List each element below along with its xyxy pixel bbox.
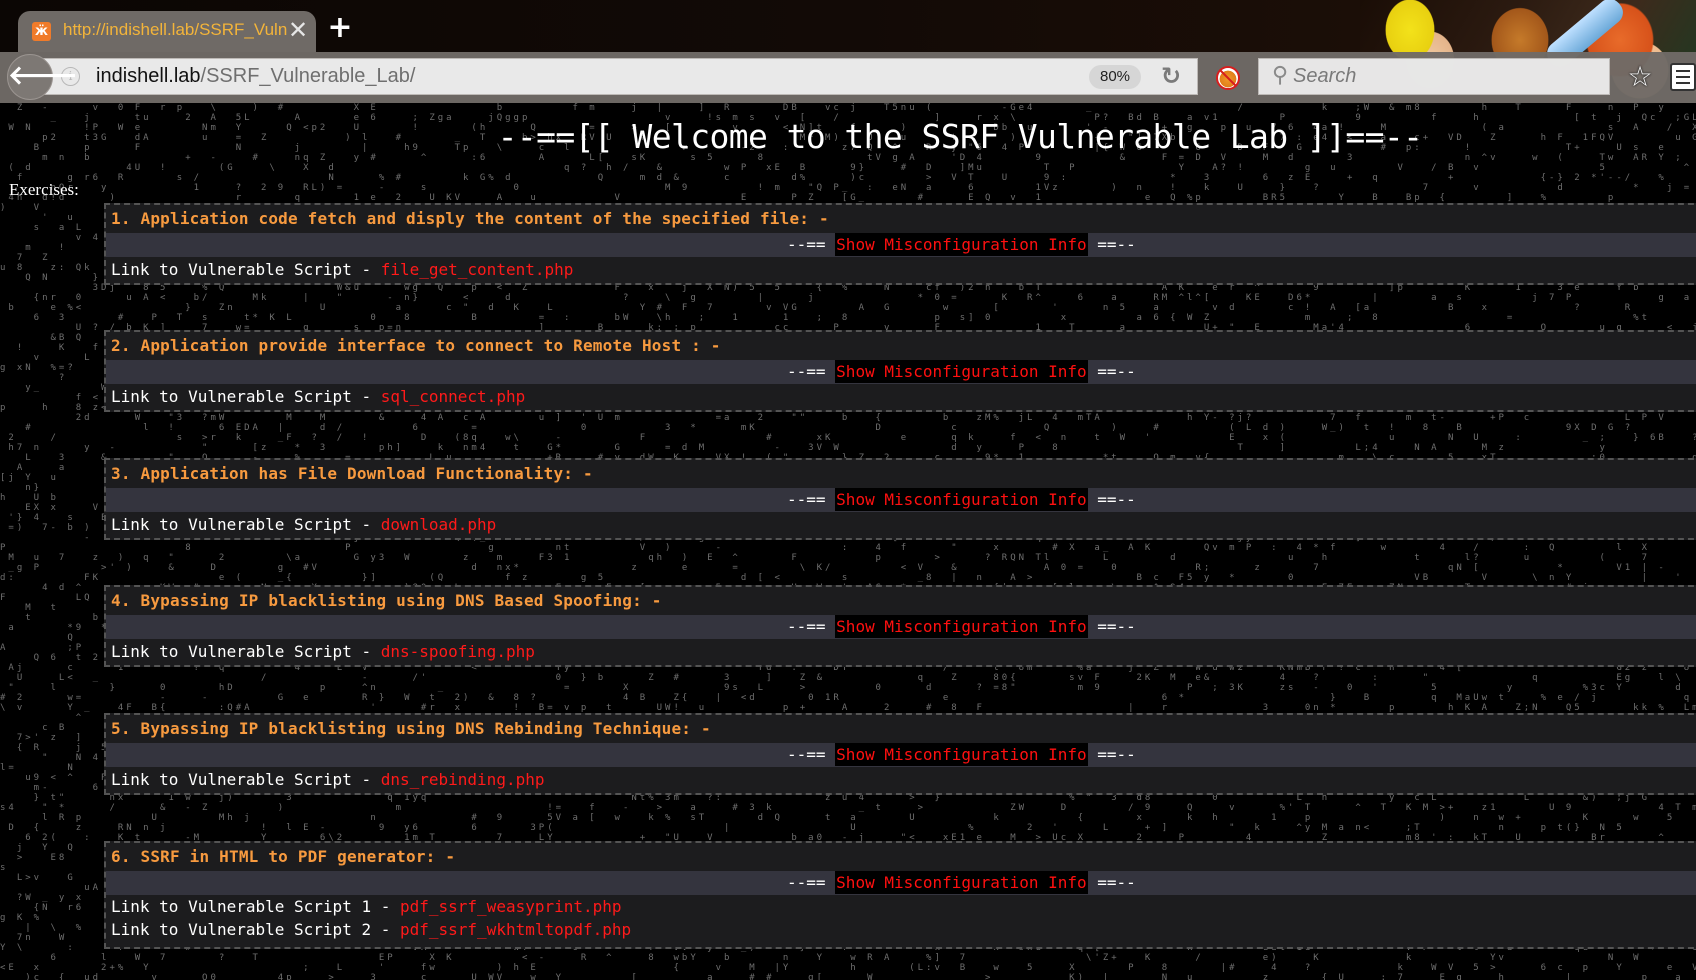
show-misconfiguration-info-link[interactable]: Show Misconfiguration Info: [835, 360, 1088, 383]
exercise-title: 6. SSRF in HTML to PDF generator: -: [111, 847, 456, 866]
url-host: indishell.lab: [96, 65, 201, 87]
close-tab-icon[interactable]: ✕: [286, 16, 310, 44]
vulnerable-script-link[interactable]: pdf_ssrf_wkhtmltopdf.php: [400, 920, 631, 939]
exercise-title: 2. Application provide interface to conn…: [111, 336, 721, 355]
browser-titlebar: ӝ http://indishell.lab/SSRF_Vulnerable_L…: [0, 0, 1696, 104]
exercise-1: 1. Application code fetch and disply the…: [104, 203, 1696, 285]
misconfiguration-info-band: --== Show Misconfiguration Info ==--: [106, 871, 1696, 895]
misconfiguration-info-band: --== Show Misconfiguration Info ==--: [106, 233, 1696, 257]
band-prefix: --==: [787, 617, 826, 636]
band-prefix: --==: [787, 490, 826, 509]
misconfiguration-info-band: --== Show Misconfiguration Info ==--: [106, 615, 1696, 639]
xampp-favicon-icon: ӝ: [32, 22, 51, 41]
show-misconfiguration-info-link[interactable]: Show Misconfiguration Info: [835, 488, 1088, 511]
band-suffix: ==--: [1097, 617, 1136, 636]
vulnerable-script-label: Link to Vulnerable Script 1 -: [111, 897, 400, 916]
misconfiguration-info-band: --== Show Misconfiguration Info ==--: [106, 743, 1696, 767]
search-icon: ⚲: [1271, 63, 1289, 88]
vulnerable-script-link[interactable]: sql_connect.php: [381, 387, 526, 406]
band-prefix: --==: [787, 873, 826, 892]
exercise-4: 4. Bypassing IP blacklisting using DNS B…: [104, 585, 1696, 667]
vulnerable-script-row: Link to Vulnerable Script - file_get_con…: [106, 257, 1696, 283]
browser-tab-active[interactable]: ӝ http://indishell.lab/SSRF_Vulnerable_L…: [18, 11, 316, 52]
exercises-label: Exercises:: [9, 180, 79, 199]
exercise-title: 3. Application has File Download Functio…: [111, 464, 593, 483]
vulnerable-script-row: Link to Vulnerable Script - sql_connect.…: [106, 384, 1696, 410]
search-input[interactable]: ⚲ Search: [1258, 58, 1610, 95]
vulnerable-script-link[interactable]: dns-spoofing.php: [381, 642, 535, 661]
zoom-level-button[interactable]: 80%: [1089, 65, 1141, 89]
show-misconfiguration-info-link[interactable]: Show Misconfiguration Info: [835, 615, 1088, 638]
reading-list-icon[interactable]: [1670, 63, 1696, 91]
vulnerable-script-label: Link to Vulnerable Script -: [111, 515, 381, 534]
url-input[interactable]: indishell.lab/SSRF_Vulnerable_Lab/: [96, 65, 415, 88]
page-viewport: Z - v 0 F r p \ ) # X E b f m j | ] R DB…: [0, 103, 1696, 980]
show-misconfiguration-info-link[interactable]: Show Misconfiguration Info: [835, 233, 1088, 256]
new-tab-plus-icon[interactable]: +: [326, 13, 354, 43]
band-suffix: ==--: [1097, 490, 1136, 509]
exercise-title: 5. Bypassing IP blacklisting using DNS R…: [111, 719, 711, 738]
vulnerable-script-link[interactable]: dns_rebinding.php: [381, 770, 545, 789]
bookmark-star-icon[interactable]: ☆: [1625, 62, 1655, 92]
band-suffix: ==--: [1097, 362, 1136, 381]
vulnerable-script-row: Link to Vulnerable Script - dns_rebindin…: [106, 767, 1696, 793]
tab-title: http://indishell.lab/SSRF_Vulnerable_Lab…: [63, 20, 288, 39]
vulnerable-script-label: Link to Vulnerable Script -: [111, 387, 381, 406]
vulnerable-script-link[interactable]: file_get_content.php: [381, 260, 574, 279]
vulnerable-script-row: Link to Vulnerable Script 1 - pdf_ssrf_w…: [106, 895, 1696, 919]
misconfiguration-info-band: --== Show Misconfiguration Info ==--: [106, 360, 1696, 384]
exercise-title: 4. Bypassing IP blacklisting using DNS B…: [111, 591, 662, 610]
page-title: --==[[ Welcome to the SSRF Vulnerable La…: [497, 117, 1423, 156]
vulnerable-script-label: Link to Vulnerable Script -: [111, 260, 381, 279]
band-prefix: --==: [787, 362, 826, 381]
band-prefix: --==: [787, 235, 826, 254]
misconfiguration-info-band: --== Show Misconfiguration Info ==--: [106, 488, 1696, 512]
url-path: /SSRF_Vulnerable_Lab/: [200, 65, 416, 87]
vulnerable-script-link[interactable]: pdf_ssrf_weasyprint.php: [400, 897, 622, 916]
show-misconfiguration-info-link[interactable]: Show Misconfiguration Info: [835, 871, 1088, 894]
band-prefix: --==: [787, 745, 826, 764]
vulnerable-script-row: Link to Vulnerable Script 2 - pdf_ssrf_w…: [106, 919, 1696, 941]
exercise-6: 6. SSRF in HTML to PDF generator: - --== …: [104, 841, 1696, 949]
back-arrow-icon[interactable]: 🡐: [7, 54, 78, 100]
exercise-2: 2. Application provide interface to conn…: [104, 330, 1696, 412]
vulnerable-script-row: Link to Vulnerable Script - download.php: [106, 512, 1696, 538]
address-bar[interactable]: i indishell.lab/SSRF_Vulnerable_Lab/ 80%…: [42, 58, 1198, 95]
search-placeholder: Search: [1293, 65, 1357, 87]
band-suffix: ==--: [1097, 745, 1136, 764]
vulnerable-script-row: Link to Vulnerable Script - dns-spoofing…: [106, 639, 1696, 665]
vulnerable-script-label: Link to Vulnerable Script -: [111, 770, 381, 789]
reload-icon[interactable]: ↻: [1157, 62, 1185, 90]
band-suffix: ==--: [1097, 235, 1136, 254]
vulnerable-script-label: Link to Vulnerable Script 2 -: [111, 920, 400, 939]
exercise-title: 1. Application code fetch and disply the…: [111, 209, 829, 228]
band-suffix: ==--: [1097, 873, 1136, 892]
exercise-3: 3. Application has File Download Functio…: [104, 458, 1696, 540]
exercise-5: 5. Bypassing IP blacklisting using DNS R…: [104, 713, 1696, 795]
show-misconfiguration-info-link[interactable]: Show Misconfiguration Info: [835, 743, 1088, 766]
vulnerable-script-label: Link to Vulnerable Script -: [111, 642, 381, 661]
blocked-addon-icon[interactable]: [1216, 66, 1240, 90]
vulnerable-script-link[interactable]: download.php: [381, 515, 497, 534]
